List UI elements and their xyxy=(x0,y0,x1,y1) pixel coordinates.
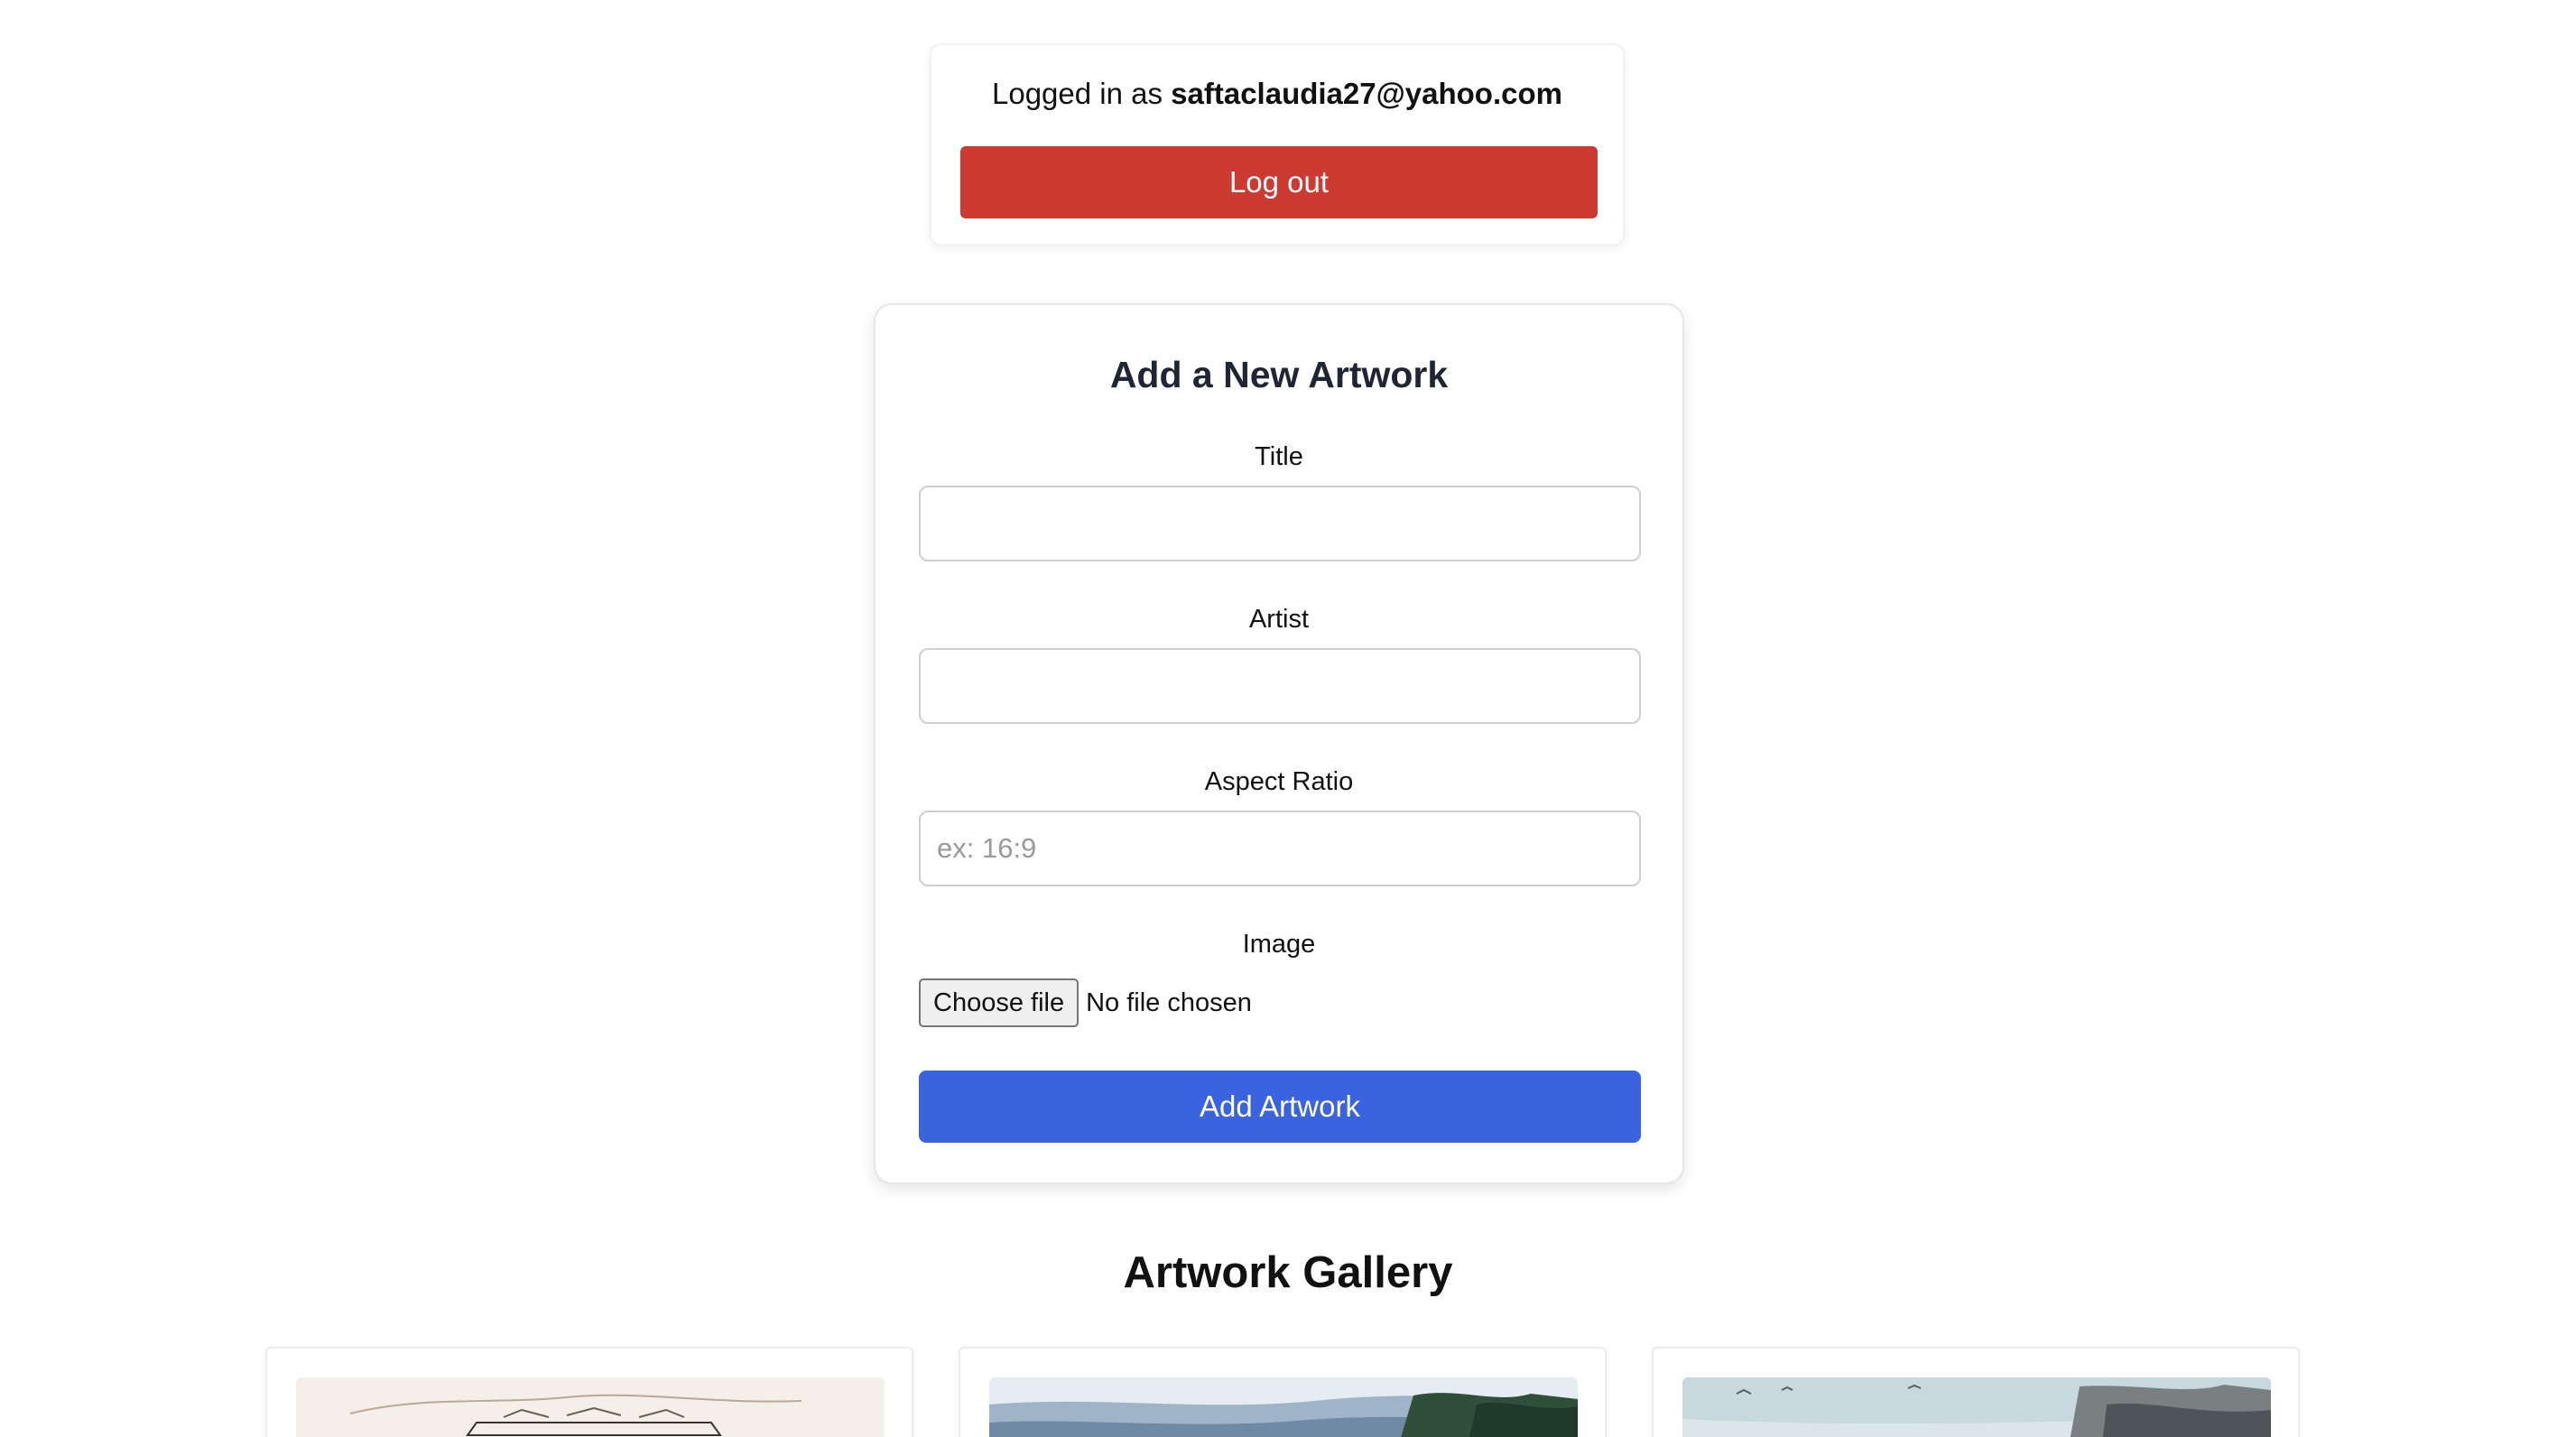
artwork-card[interactable] xyxy=(1652,1347,2300,1437)
artist-input[interactable] xyxy=(919,648,1641,724)
artwork-card[interactable] xyxy=(265,1347,913,1437)
sketch-ship-artwork-image xyxy=(296,1377,885,1437)
login-status-text: Logged in as saftaclaudia27@yahoo.com xyxy=(931,76,1623,112)
artwork-image xyxy=(1682,1377,2271,1437)
title-input[interactable] xyxy=(919,486,1641,561)
artwork-card[interactable] xyxy=(959,1347,1607,1437)
logout-button[interactable]: Log out xyxy=(960,146,1598,218)
aspect-ratio-input[interactable] xyxy=(919,811,1641,886)
artwork-image xyxy=(989,1377,1578,1437)
aspect-ratio-label: Aspect Ratio xyxy=(1204,767,1354,796)
add-artwork-button[interactable]: Add Artwork xyxy=(919,1071,1641,1143)
watercolor-cliff-artwork-image xyxy=(1682,1377,2271,1437)
title-label: Title xyxy=(1255,442,1303,471)
file-status-text: No file chosen xyxy=(1086,987,1252,1017)
page: Logged in as saftaclaudia27@yahoo.com Lo… xyxy=(0,0,2576,1437)
artwork-image xyxy=(296,1377,885,1437)
form-title: Add a New Artwork xyxy=(1109,354,1449,395)
user-email: saftaclaudia27@yahoo.com xyxy=(1171,77,1562,110)
image-file-picker: Choose file No file chosen xyxy=(919,978,1252,1027)
logged-in-prefix: Logged in as xyxy=(991,77,1163,110)
artist-label: Artist xyxy=(1248,605,1310,634)
choose-file-button[interactable]: Choose file xyxy=(919,978,1080,1027)
watercolor-landscape-artwork-image xyxy=(989,1377,1578,1437)
add-artwork-form: Add a New Artwork Title Artist Aspect Ra… xyxy=(874,303,1684,1184)
login-status-card: Logged in as saftaclaudia27@yahoo.com Lo… xyxy=(930,43,1625,246)
gallery-title: Artwork Gallery xyxy=(1123,1248,1453,1297)
image-label: Image xyxy=(1242,930,1316,959)
